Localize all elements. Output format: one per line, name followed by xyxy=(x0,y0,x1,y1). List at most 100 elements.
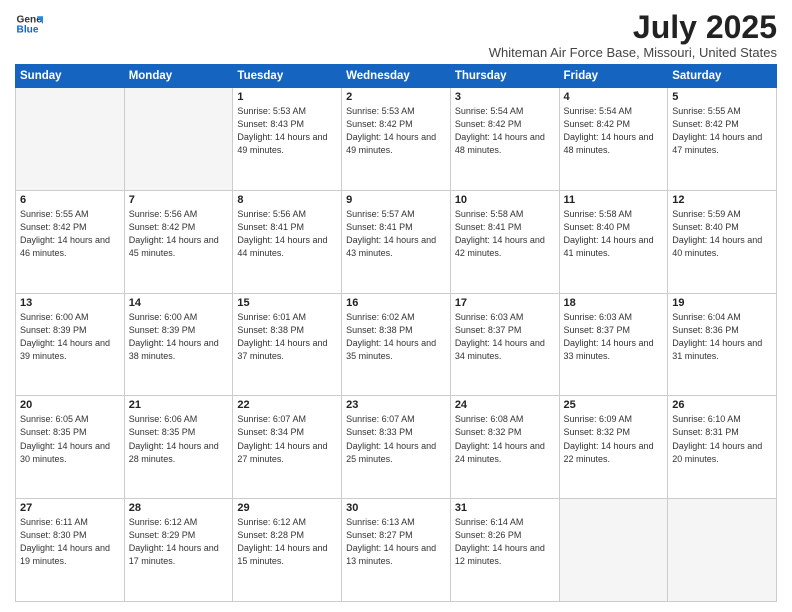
day-info: Sunrise: 6:10 AMSunset: 8:31 PMDaylight:… xyxy=(672,413,772,465)
weekday-header: Wednesday xyxy=(342,65,451,88)
day-info: Sunrise: 5:58 AMSunset: 8:41 PMDaylight:… xyxy=(455,208,555,260)
day-number: 8 xyxy=(237,194,337,206)
day-info: Sunrise: 5:59 AMSunset: 8:40 PMDaylight:… xyxy=(672,208,772,260)
day-info: Sunrise: 5:54 AMSunset: 8:42 PMDaylight:… xyxy=(564,105,664,157)
day-info: Sunrise: 6:12 AMSunset: 8:28 PMDaylight:… xyxy=(237,516,337,568)
calendar-cell: 13 Sunrise: 6:00 AMSunset: 8:39 PMDayligh… xyxy=(16,293,125,396)
day-info: Sunrise: 5:55 AMSunset: 8:42 PMDaylight:… xyxy=(672,105,772,157)
day-info: Sunrise: 5:57 AMSunset: 8:41 PMDaylight:… xyxy=(346,208,446,260)
day-info: Sunrise: 5:55 AMSunset: 8:42 PMDaylight:… xyxy=(20,208,120,260)
calendar-cell: 18Sunrise: 6:03 AMSunset: 8:37 PMDayligh… xyxy=(559,293,668,396)
title-section: July 2025 Whiteman Air Force Base, Misso… xyxy=(489,10,777,60)
logo-icon: General Blue xyxy=(15,10,43,38)
day-info: Sunrise: 6:00 AMSunset: 8:39 PMDaylight:… xyxy=(20,311,120,363)
day-number: 6 xyxy=(20,194,120,206)
calendar-cell: 12 Sunrise: 5:59 AMSunset: 8:40 PMDayligh… xyxy=(668,190,777,293)
day-info: Sunrise: 5:53 AMSunset: 8:43 PMDaylight:… xyxy=(237,105,337,157)
day-number: 22 xyxy=(237,399,337,411)
day-info: Sunrise: 6:11 AMSunset: 8:30 PMDaylight:… xyxy=(20,516,120,568)
calendar-cell: 24 Sunrise: 6:08 AMSunset: 8:32 PMDayligh… xyxy=(450,396,559,499)
calendar-cell: 14 Sunrise: 6:00 AMSunset: 8:39 PMDayligh… xyxy=(124,293,233,396)
day-number: 7 xyxy=(129,194,229,206)
calendar-cell: 20 Sunrise: 6:05 AMSunset: 8:35 PMDayligh… xyxy=(16,396,125,499)
calendar-cell: 30 Sunrise: 6:13 AMSunset: 8:27 PMDayligh… xyxy=(342,499,451,602)
svg-text:Blue: Blue xyxy=(17,25,39,36)
day-info: Sunrise: 5:54 AMSunset: 8:42 PMDaylight:… xyxy=(455,105,555,157)
day-number: 19 xyxy=(672,297,772,309)
calendar-cell: 28 Sunrise: 6:12 AMSunset: 8:29 PMDayligh… xyxy=(124,499,233,602)
calendar-cell: 21Sunrise: 6:06 AMSunset: 8:35 PMDayligh… xyxy=(124,396,233,499)
weekday-header: Monday xyxy=(124,65,233,88)
weekday-header: Sunday xyxy=(16,65,125,88)
weekday-header: Thursday xyxy=(450,65,559,88)
calendar-cell xyxy=(16,88,125,191)
calendar-cell: 23 Sunrise: 6:07 AMSunset: 8:33 PMDayligh… xyxy=(342,396,451,499)
day-number: 1 xyxy=(237,91,337,103)
day-info: Sunrise: 6:14 AMSunset: 8:26 PMDaylight:… xyxy=(455,516,555,568)
day-info: Sunrise: 6:07 AMSunset: 8:33 PMDaylight:… xyxy=(346,413,446,465)
day-number: 25 xyxy=(564,399,664,411)
weekday-header: Tuesday xyxy=(233,65,342,88)
calendar-cell: 1 Sunrise: 5:53 AMSunset: 8:43 PMDaylight… xyxy=(233,88,342,191)
calendar-cell: 15Sunrise: 6:01 AMSunset: 8:38 PMDayligh… xyxy=(233,293,342,396)
day-info: Sunrise: 6:13 AMSunset: 8:27 PMDaylight:… xyxy=(346,516,446,568)
day-number: 12 xyxy=(672,194,772,206)
day-number: 11 xyxy=(564,194,664,206)
day-info: Sunrise: 6:12 AMSunset: 8:29 PMDaylight:… xyxy=(129,516,229,568)
day-number: 3 xyxy=(455,91,555,103)
day-info: Sunrise: 6:07 AMSunset: 8:34 PMDaylight:… xyxy=(237,413,337,465)
calendar-cell: 9Sunrise: 5:57 AMSunset: 8:41 PMDaylight… xyxy=(342,190,451,293)
calendar-cell: 26 Sunrise: 6:10 AMSunset: 8:31 PMDayligh… xyxy=(668,396,777,499)
calendar-cell: 19 Sunrise: 6:04 AMSunset: 8:36 PMDayligh… xyxy=(668,293,777,396)
calendar-cell xyxy=(124,88,233,191)
day-info: Sunrise: 6:09 AMSunset: 8:32 PMDaylight:… xyxy=(564,413,664,465)
weekday-header: Saturday xyxy=(668,65,777,88)
calendar-cell: 7 Sunrise: 5:56 AMSunset: 8:42 PMDaylight… xyxy=(124,190,233,293)
day-number: 29 xyxy=(237,502,337,514)
day-number: 28 xyxy=(129,502,229,514)
day-number: 26 xyxy=(672,399,772,411)
day-number: 2 xyxy=(346,91,446,103)
day-number: 30 xyxy=(346,502,446,514)
day-number: 5 xyxy=(672,91,772,103)
calendar-cell: 31 Sunrise: 6:14 AMSunset: 8:26 PMDayligh… xyxy=(450,499,559,602)
day-number: 15 xyxy=(237,297,337,309)
day-number: 24 xyxy=(455,399,555,411)
day-info: Sunrise: 5:58 AMSunset: 8:40 PMDaylight:… xyxy=(564,208,664,260)
day-number: 23 xyxy=(346,399,446,411)
day-info: Sunrise: 6:00 AMSunset: 8:39 PMDaylight:… xyxy=(129,311,229,363)
day-info: Sunrise: 6:08 AMSunset: 8:32 PMDaylight:… xyxy=(455,413,555,465)
weekday-header: Friday xyxy=(559,65,668,88)
calendar-cell: 10 Sunrise: 5:58 AMSunset: 8:41 PMDayligh… xyxy=(450,190,559,293)
day-info: Sunrise: 6:03 AMSunset: 8:37 PMDaylight:… xyxy=(455,311,555,363)
calendar-cell: 5 Sunrise: 5:55 AMSunset: 8:42 PMDaylight… xyxy=(668,88,777,191)
day-number: 16 xyxy=(346,297,446,309)
day-info: Sunrise: 5:56 AMSunset: 8:42 PMDaylight:… xyxy=(129,208,229,260)
day-number: 10 xyxy=(455,194,555,206)
day-number: 13 xyxy=(20,297,120,309)
day-info: Sunrise: 6:02 AMSunset: 8:38 PMDaylight:… xyxy=(346,311,446,363)
page: General Blue July 2025 Whiteman Air Forc… xyxy=(0,0,792,612)
day-info: Sunrise: 6:03 AMSunset: 8:37 PMDaylight:… xyxy=(564,311,664,363)
day-number: 17 xyxy=(455,297,555,309)
day-number: 14 xyxy=(129,297,229,309)
day-info: Sunrise: 6:04 AMSunset: 8:36 PMDaylight:… xyxy=(672,311,772,363)
calendar-cell: 6 Sunrise: 5:55 AMSunset: 8:42 PMDaylight… xyxy=(16,190,125,293)
calendar-cell: 16 Sunrise: 6:02 AMSunset: 8:38 PMDayligh… xyxy=(342,293,451,396)
calendar-cell: 25 Sunrise: 6:09 AMSunset: 8:32 PMDayligh… xyxy=(559,396,668,499)
day-info: Sunrise: 6:05 AMSunset: 8:35 PMDaylight:… xyxy=(20,413,120,465)
calendar-cell: 29 Sunrise: 6:12 AMSunset: 8:28 PMDayligh… xyxy=(233,499,342,602)
day-number: 4 xyxy=(564,91,664,103)
header: General Blue July 2025 Whiteman Air Forc… xyxy=(15,10,777,60)
calendar-cell: 27 Sunrise: 6:11 AMSunset: 8:30 PMDayligh… xyxy=(16,499,125,602)
calendar-cell xyxy=(668,499,777,602)
calendar-cell: 8 Sunrise: 5:56 AMSunset: 8:41 PMDaylight… xyxy=(233,190,342,293)
day-number: 31 xyxy=(455,502,555,514)
subtitle: Whiteman Air Force Base, Missouri, Unite… xyxy=(489,45,777,60)
day-number: 20 xyxy=(20,399,120,411)
day-info: Sunrise: 5:56 AMSunset: 8:41 PMDaylight:… xyxy=(237,208,337,260)
calendar-table: SundayMondayTuesdayWednesdayThursdayFrid… xyxy=(15,64,777,602)
calendar-cell: 22 Sunrise: 6:07 AMSunset: 8:34 PMDayligh… xyxy=(233,396,342,499)
day-number: 21 xyxy=(129,399,229,411)
day-number: 27 xyxy=(20,502,120,514)
